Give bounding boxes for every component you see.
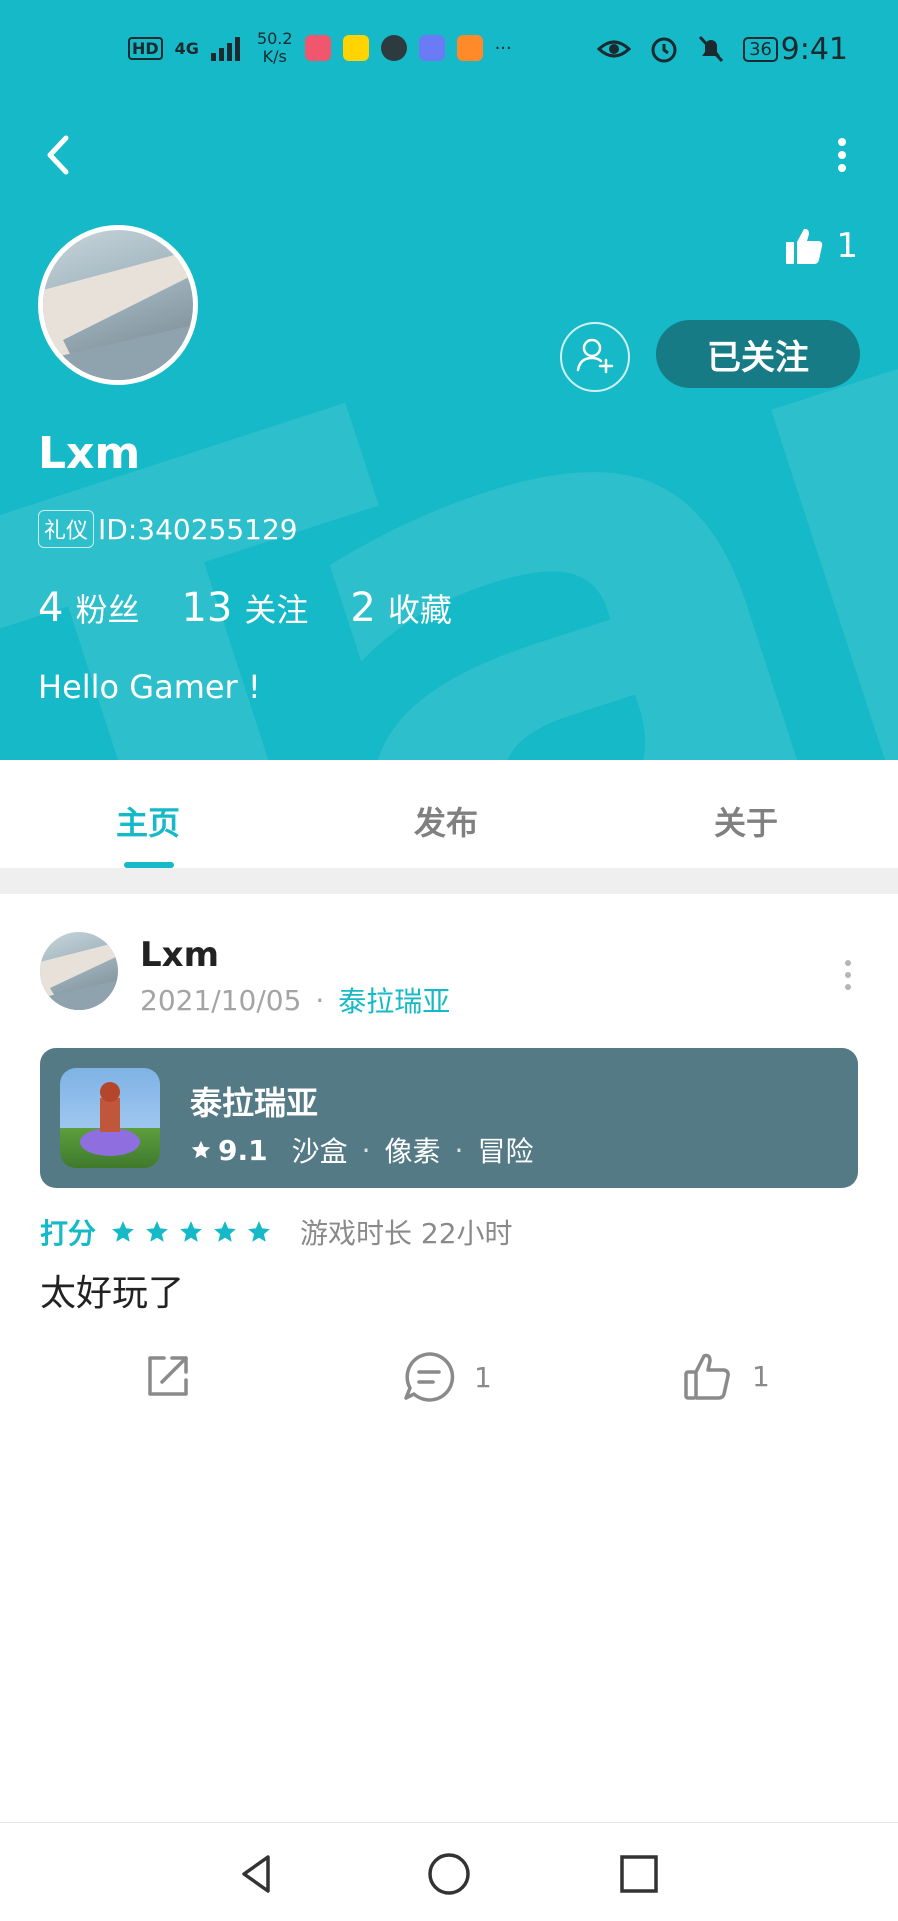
profile-username: Lxm — [38, 428, 141, 479]
video-app-icon — [456, 35, 483, 61]
share-button[interactable] — [142, 1350, 194, 1402]
browser-app-icon — [380, 35, 407, 61]
like-button[interactable]: 1 — [682, 1350, 770, 1402]
nav-home-button[interactable] — [424, 1849, 474, 1899]
game-tag: 像素 — [384, 1135, 441, 1168]
status-time: 9:41 — [780, 32, 848, 67]
more-vertical-icon — [838, 138, 846, 172]
post-text: 太好玩了 — [40, 1273, 185, 1314]
network-type: 4G — [174, 38, 199, 58]
avatar-image — [43, 250, 193, 380]
add-friend-icon — [576, 338, 614, 374]
comment-icon — [404, 1352, 455, 1402]
stat-fans-label: 粉丝 — [75, 591, 140, 629]
profile-id: ID:340255129 — [98, 512, 298, 546]
tag-separator: · — [454, 1133, 464, 1167]
stat-following-label: 关注 — [244, 591, 309, 629]
post-avatar-image — [40, 942, 118, 1010]
follow-button[interactable]: 已关注 — [656, 320, 860, 388]
likes-count: 1 — [836, 226, 858, 266]
profile-id-row: 礼仪 ID:340255129 — [38, 510, 298, 548]
book-app-icon — [304, 35, 331, 61]
game-icon — [60, 1068, 160, 1168]
game-score: 9.1 — [218, 1133, 268, 1167]
meta-separator: · — [315, 983, 325, 1017]
stat-favorites-label: 收藏 — [387, 591, 452, 629]
tab-about[interactable]: 关于 — [714, 798, 778, 844]
back-icon — [47, 135, 69, 175]
game-icon-art — [80, 1082, 140, 1156]
tab-home[interactable]: 主页 — [116, 798, 180, 844]
thumbs-up-icon — [786, 228, 823, 264]
post-game-link[interactable]: 泰拉瑞亚 — [338, 980, 450, 1020]
game-tag: 冒险 — [477, 1135, 534, 1168]
speed-unit: K/s — [262, 47, 287, 66]
game-name: 泰拉瑞亚 — [190, 1084, 319, 1122]
profile-bio: Hello Gamer ! — [38, 668, 261, 706]
profile-avatar[interactable] — [38, 225, 198, 385]
status-left: HD 4G 50.2 K/s ··· — [128, 30, 512, 66]
star-icon — [180, 1221, 202, 1242]
share-icon — [148, 1356, 188, 1396]
tag-separator: · — [361, 1133, 371, 1167]
yy-app-icon — [342, 35, 369, 61]
post-author-name[interactable]: Lxm — [140, 935, 219, 975]
stat-fans[interactable]: 4 粉丝 — [38, 585, 139, 631]
game-info: 9.1 沙盒 · 像素 · 冒险 — [190, 1130, 533, 1170]
game-tag: 沙盒 — [291, 1135, 348, 1168]
hd-icon: HD — [128, 36, 163, 60]
back-button[interactable] — [38, 130, 82, 180]
stat-following[interactable]: 13 关注 — [181, 585, 308, 631]
more-vertical-icon — [845, 960, 851, 990]
stat-favorites[interactable]: 2 收藏 — [350, 585, 451, 631]
network-speed: 50.2 K/s — [257, 30, 293, 66]
star-icon — [191, 1140, 211, 1159]
star-icon — [214, 1221, 236, 1242]
section-divider — [0, 868, 898, 894]
battery-indicator: 36 — [743, 36, 778, 62]
comment-count: 1 — [474, 1360, 492, 1394]
nav-back-button[interactable] — [232, 1849, 282, 1899]
stat-favorites-count: 2 — [350, 585, 376, 631]
eye-icon — [597, 40, 632, 58]
alarm-icon — [651, 37, 677, 63]
signal-icon — [210, 37, 240, 61]
rating-row: 打分 游戏时长 22小时 — [40, 1212, 513, 1252]
comment-button[interactable]: 1 — [402, 1350, 492, 1404]
thumbs-up-icon — [684, 1353, 730, 1400]
status-bar: HD 4G 50.2 K/s ··· 36 9:41 — [0, 0, 898, 100]
profile-header: TapTap HD 4G 50.2 K/s ··· — [0, 0, 898, 760]
mute-bell-icon — [698, 35, 724, 63]
game-card[interactable]: 泰拉瑞亚 9.1 沙盒 · 像素 · 冒险 — [40, 1048, 858, 1188]
profile-likes[interactable]: 1 — [784, 226, 858, 266]
nav-back-icon — [242, 1855, 270, 1893]
profile-stats: 4 粉丝 13 关注 2 收藏 — [38, 585, 494, 631]
add-friend-button[interactable] — [560, 322, 630, 392]
star-icon — [248, 1221, 270, 1242]
rating-stars — [110, 1219, 272, 1245]
more-options-button[interactable] — [824, 130, 860, 180]
nav-recents-icon — [620, 1855, 658, 1893]
music-app-icon — [418, 35, 445, 61]
etiquette-badge: 礼仪 — [38, 510, 95, 548]
speed-value: 50.2 — [256, 29, 293, 48]
star-icon — [146, 1221, 168, 1242]
post-more-button[interactable] — [838, 955, 858, 995]
stat-fans-count: 4 — [38, 585, 64, 631]
system-nav-bar — [0, 1822, 898, 1921]
like-count: 1 — [752, 1359, 770, 1393]
status-right: 36 — [597, 34, 778, 64]
tab-posts[interactable]: 发布 — [414, 798, 478, 844]
rating-label: 打分 — [40, 1217, 97, 1250]
profile-tabs: 主页 发布 关于 — [0, 760, 898, 868]
post-meta: 2021/10/05 · 泰拉瑞亚 — [140, 980, 450, 1020]
more-notifications: ··· — [494, 37, 512, 59]
star-icon — [112, 1221, 134, 1242]
post-date: 2021/10/05 — [140, 983, 302, 1017]
nav-recents-button[interactable] — [614, 1849, 664, 1899]
post-author-avatar[interactable] — [40, 932, 118, 1010]
playtime: 游戏时长 22小时 — [300, 1217, 513, 1250]
nav-home-icon — [428, 1853, 470, 1895]
stat-following-count: 13 — [181, 585, 233, 631]
